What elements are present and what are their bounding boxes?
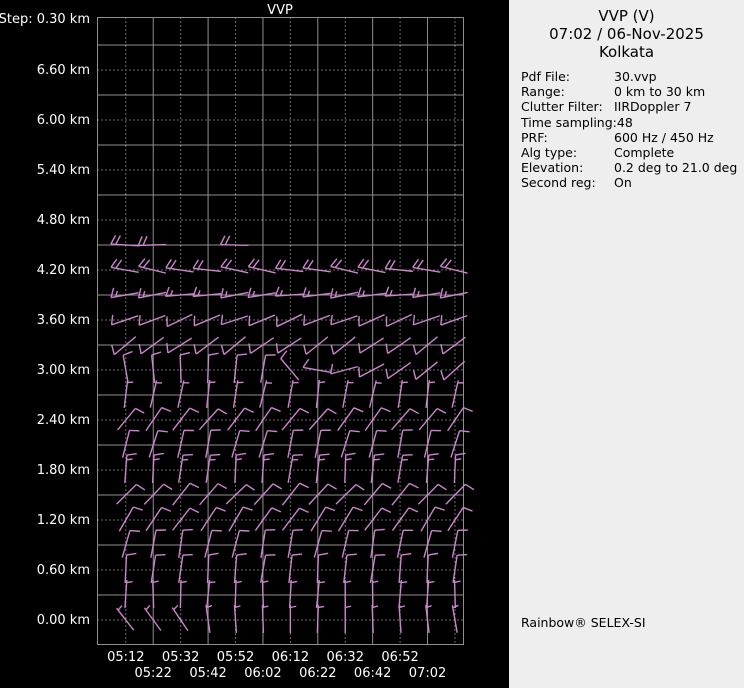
svg-text:05:42: 05:42 — [189, 666, 226, 681]
svg-text:3.00 km: 3.00 km — [37, 363, 90, 378]
svg-text:4.80 km: 4.80 km — [37, 213, 90, 228]
panel-header: VVP (V) 07:02 / 06-Nov-2025 Kolkata — [509, 0, 744, 61]
svg-text:0.00 km: 0.00 km — [37, 613, 90, 628]
svg-text:3.60 km: 3.60 km — [37, 313, 90, 328]
svg-text:2.40 km: 2.40 km — [37, 413, 90, 428]
info-panel: VVP (V) 07:02 / 06-Nov-2025 Kolkata Pdf … — [509, 0, 744, 688]
svg-text:6.60 km: 6.60 km — [37, 63, 90, 78]
svg-text:06:32: 06:32 — [327, 650, 364, 665]
svg-text:06:52: 06:52 — [381, 650, 418, 665]
field-prf: PRF: 600 Hz / 450 Hz — [521, 130, 744, 145]
vvp-time-height-chart: 6.60 km 6.00 km 5.40 km 4.80 km 4.20 km 3.60 … — [0, 0, 509, 688]
svg-text:5.40 km: 5.40 km — [37, 163, 90, 178]
field-elevation: Elevation: 0.2 deg to 21.0 deg — [521, 160, 744, 175]
panel-datetime: 07:02 / 06-Nov-2025 — [509, 25, 744, 43]
field-alg-type: Alg type: Complete — [521, 145, 744, 160]
panel-title: VVP (V) — [509, 7, 744, 25]
field-range: Range: 0 km to 30 km — [521, 84, 744, 99]
svg-text:05:22: 05:22 — [134, 666, 171, 681]
svg-text:4.20 km: 4.20 km — [37, 263, 90, 278]
field-pdf-file: Pdf File: 30.vvp — [521, 69, 744, 84]
svg-text:06:22: 06:22 — [299, 666, 336, 681]
svg-text:6.00 km: 6.00 km — [37, 113, 90, 128]
svg-text:05:12: 05:12 — [107, 650, 144, 665]
axis-labels-layer: 6.60 km 6.00 km 5.40 km 4.80 km 4.20 km 3.60 … — [37, 63, 447, 681]
vvp-window: 6.60 km 6.00 km 5.40 km 4.80 km 4.20 km 3.60 … — [0, 0, 744, 688]
svg-text:1.80 km: 1.80 km — [37, 463, 90, 478]
field-time-sampling: Time sampling: 48 — [521, 115, 744, 130]
step-label: Step: 0.30 km — [0, 12, 90, 27]
svg-text:0.60 km: 0.60 km — [37, 563, 90, 578]
svg-text:06:02: 06:02 — [244, 666, 281, 681]
svg-text:05:52: 05:52 — [217, 650, 254, 665]
panel-site: Kolkata — [509, 43, 744, 61]
svg-text:1.20 km: 1.20 km — [37, 513, 90, 528]
svg-text:06:42: 06:42 — [354, 666, 391, 681]
chart-title: VVP — [267, 3, 293, 18]
svg-text:05:32: 05:32 — [162, 650, 199, 665]
brand-label: Rainbow® SELEX-SI — [521, 615, 646, 630]
field-clutter-filter: Clutter Filter: IIRDoppler 7 — [521, 99, 744, 114]
svg-text:06:12: 06:12 — [272, 650, 309, 665]
field-second-reg: Second reg: On — [521, 175, 744, 190]
svg-text:07:02: 07:02 — [409, 666, 446, 681]
panel-fields: Pdf File: 30.vvp Range: 0 km to 30 km Cl… — [509, 69, 744, 191]
